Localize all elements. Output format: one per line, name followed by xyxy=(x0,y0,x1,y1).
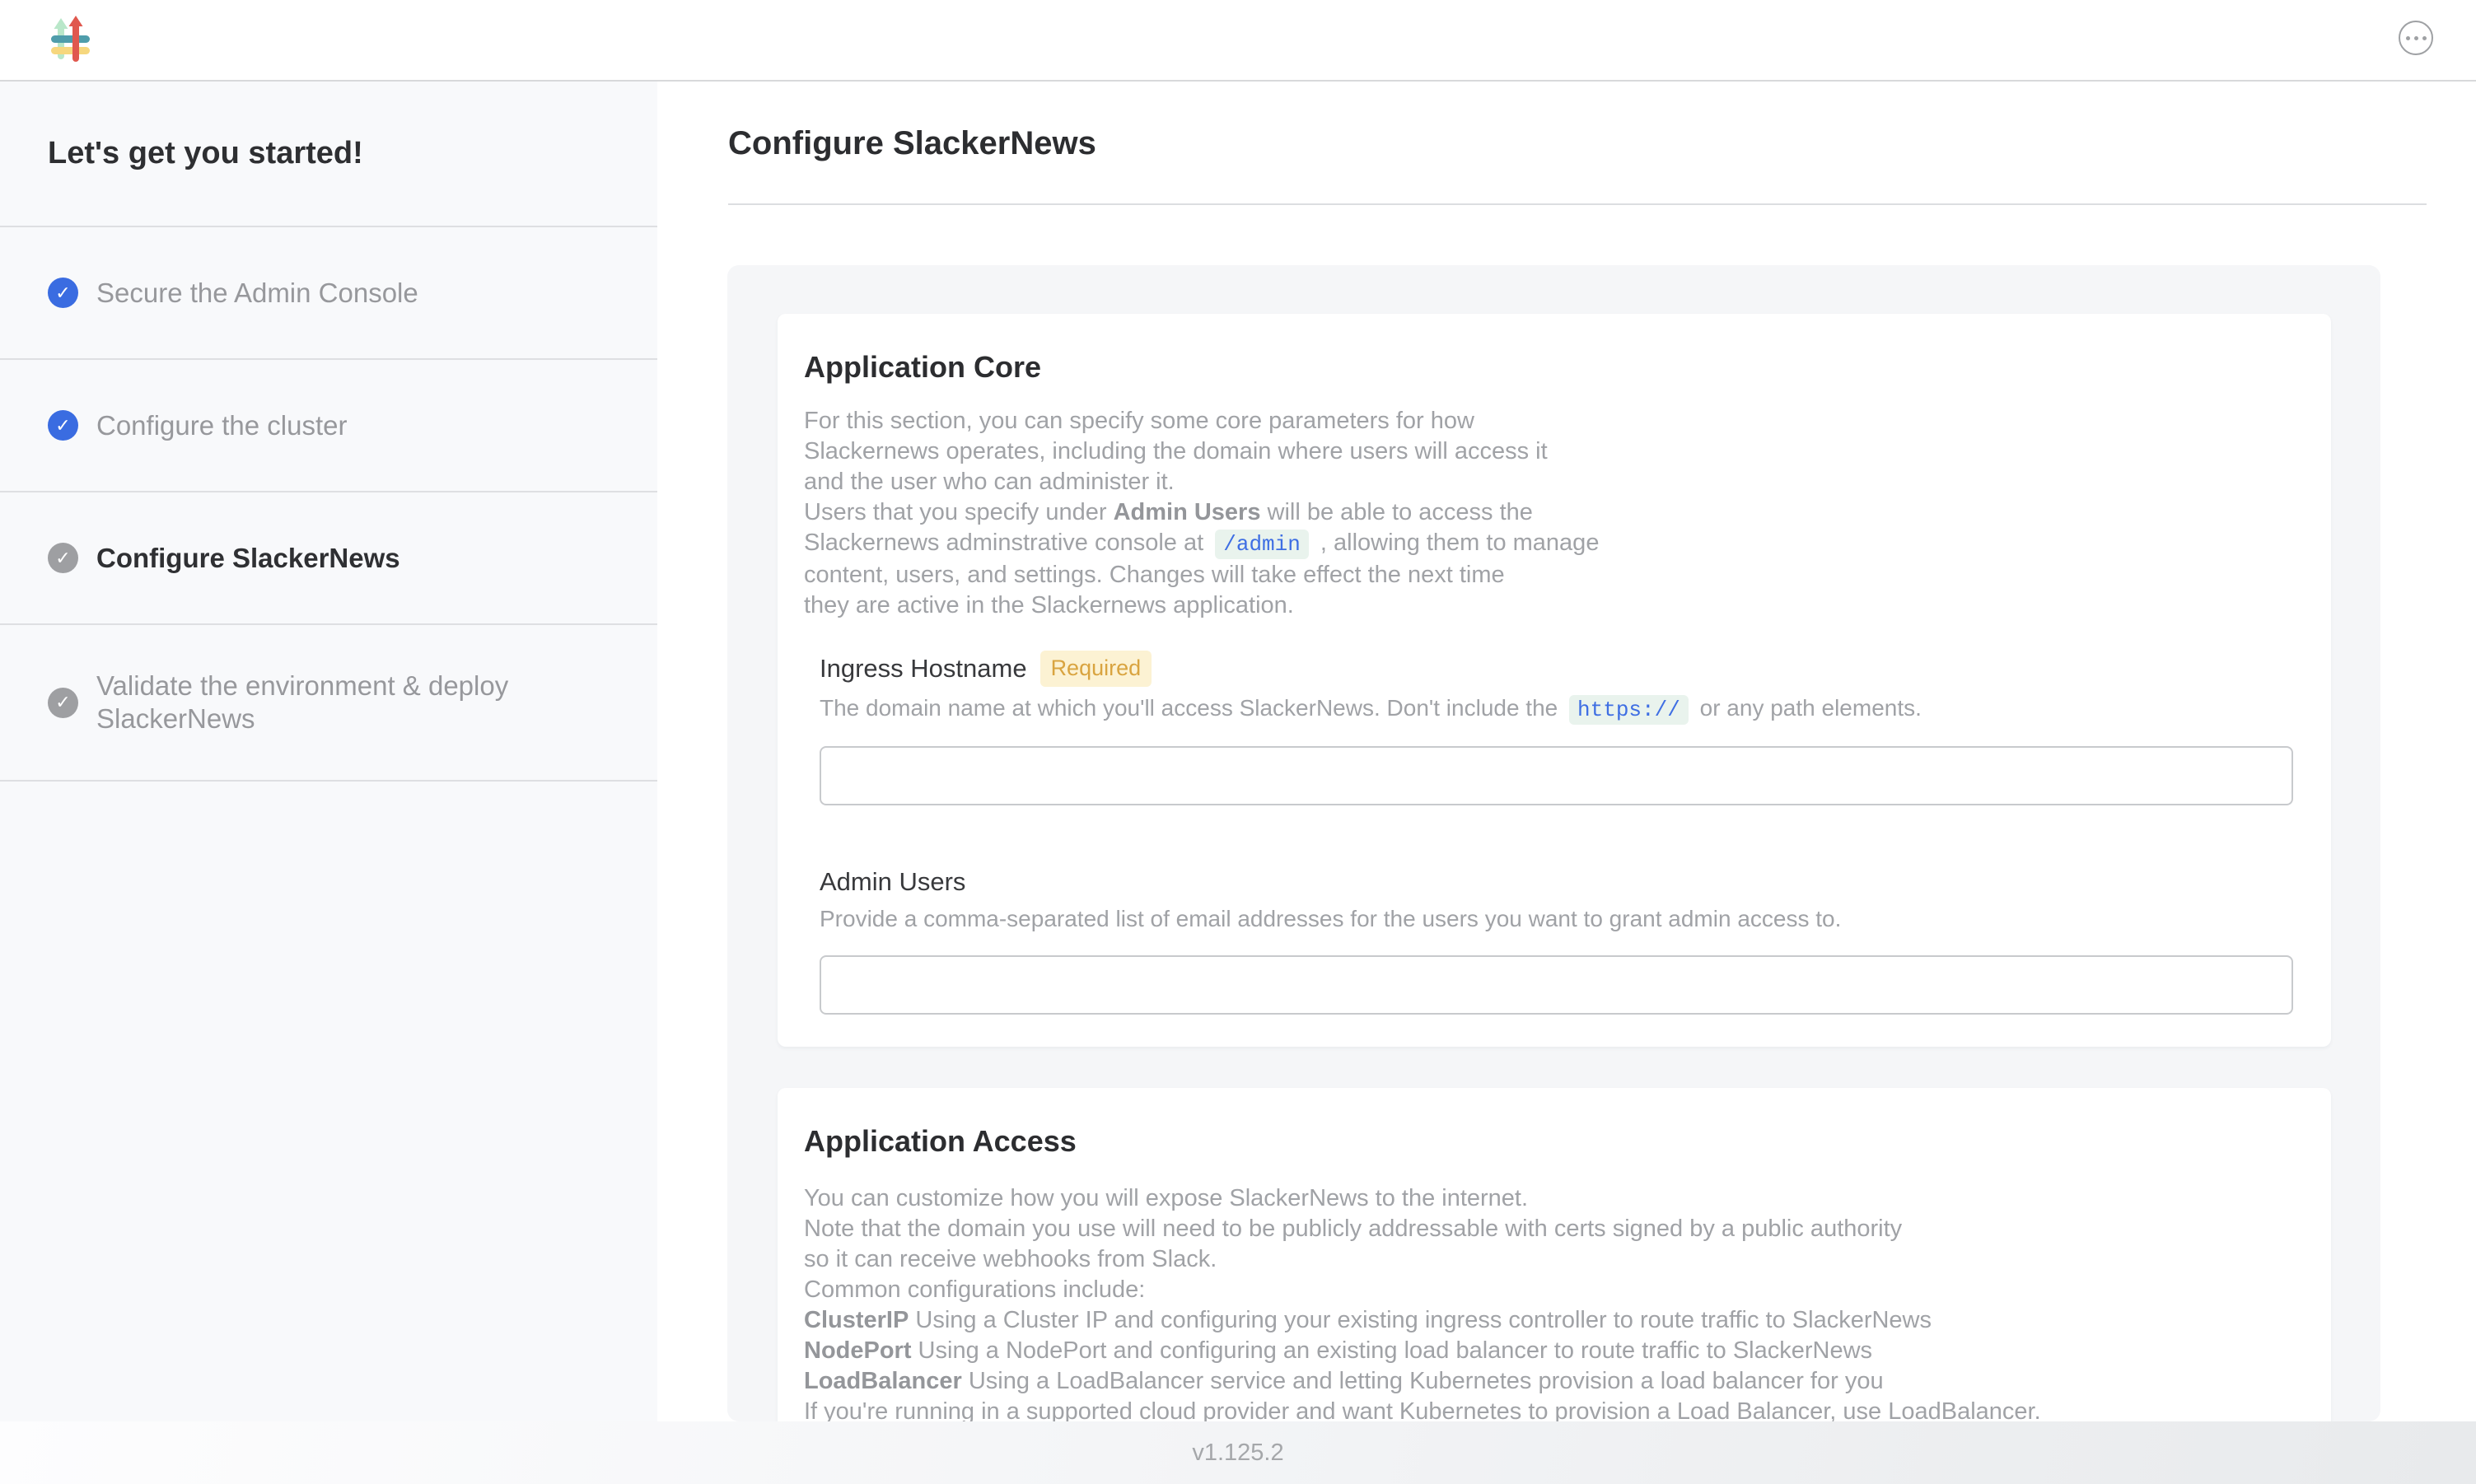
check-icon: ✓ xyxy=(48,543,78,573)
ingress-hostname-input[interactable] xyxy=(820,746,2293,805)
slackernews-logo xyxy=(48,15,96,64)
step-label: Configure SlackerNews xyxy=(96,542,400,575)
section-description: You can customize how you will expose Sl… xyxy=(804,1183,2293,1421)
page-title: Configure SlackerNews xyxy=(728,124,2476,162)
application-core-card: Application Core For this section, you c… xyxy=(778,314,2331,1047)
sidebar-step-configure-slackernews[interactable]: ✓ Configure SlackerNews xyxy=(0,492,657,625)
check-icon: ✓ xyxy=(48,688,78,718)
field-help: The domain name at which you'll access S… xyxy=(820,693,2293,725)
step-label: Configure the cluster xyxy=(96,409,348,442)
ellipsis-icon xyxy=(2414,36,2418,40)
step-label: Secure the Admin Console xyxy=(96,277,418,310)
setup-sidebar: Let's get you started! ✓ Secure the Admi… xyxy=(0,82,657,1421)
title-divider xyxy=(728,203,2427,205)
sidebar-step-secure-admin-console[interactable]: ✓ Secure the Admin Console xyxy=(0,227,657,360)
application-access-card: Application Access You can customize how… xyxy=(778,1088,2331,1421)
version-footer: v1.125.2 xyxy=(0,1421,2476,1484)
section-heading: Application Access xyxy=(804,1124,2293,1159)
top-header xyxy=(0,0,2476,82)
step-label: Validate the environment & deploy Slacke… xyxy=(96,670,610,735)
section-description: For this section, you can specify some c… xyxy=(804,406,2293,621)
more-options-button[interactable] xyxy=(2399,21,2433,55)
section-heading: Application Core xyxy=(804,350,2293,385)
sidebar-title: Let's get you started! xyxy=(0,82,657,227)
sidebar-step-validate-deploy[interactable]: ✓ Validate the environment & deploy Slac… xyxy=(0,625,657,782)
main-content: Configure SlackerNews Application Core F… xyxy=(657,82,2476,1421)
sidebar-step-configure-cluster[interactable]: ✓ Configure the cluster xyxy=(0,360,657,492)
ellipsis-icon xyxy=(2422,36,2427,40)
field-label: Admin Users xyxy=(820,866,965,898)
field-label: Ingress Hostname xyxy=(820,653,1027,684)
admin-users-field: Admin Users Provide a comma-separated li… xyxy=(820,866,2293,1015)
check-icon: ✓ xyxy=(48,410,78,441)
version-label: v1.125.2 xyxy=(1192,1440,1283,1467)
field-help: Provide a comma-separated list of email … xyxy=(820,904,2293,934)
admin-users-input[interactable] xyxy=(820,955,2293,1015)
ellipsis-icon xyxy=(2406,36,2410,40)
config-panel: Application Core For this section, you c… xyxy=(727,265,2380,1421)
required-badge: Required xyxy=(1040,651,1152,687)
check-icon: ✓ xyxy=(48,278,78,308)
ingress-hostname-field: Ingress Hostname Required The domain nam… xyxy=(820,651,2293,805)
